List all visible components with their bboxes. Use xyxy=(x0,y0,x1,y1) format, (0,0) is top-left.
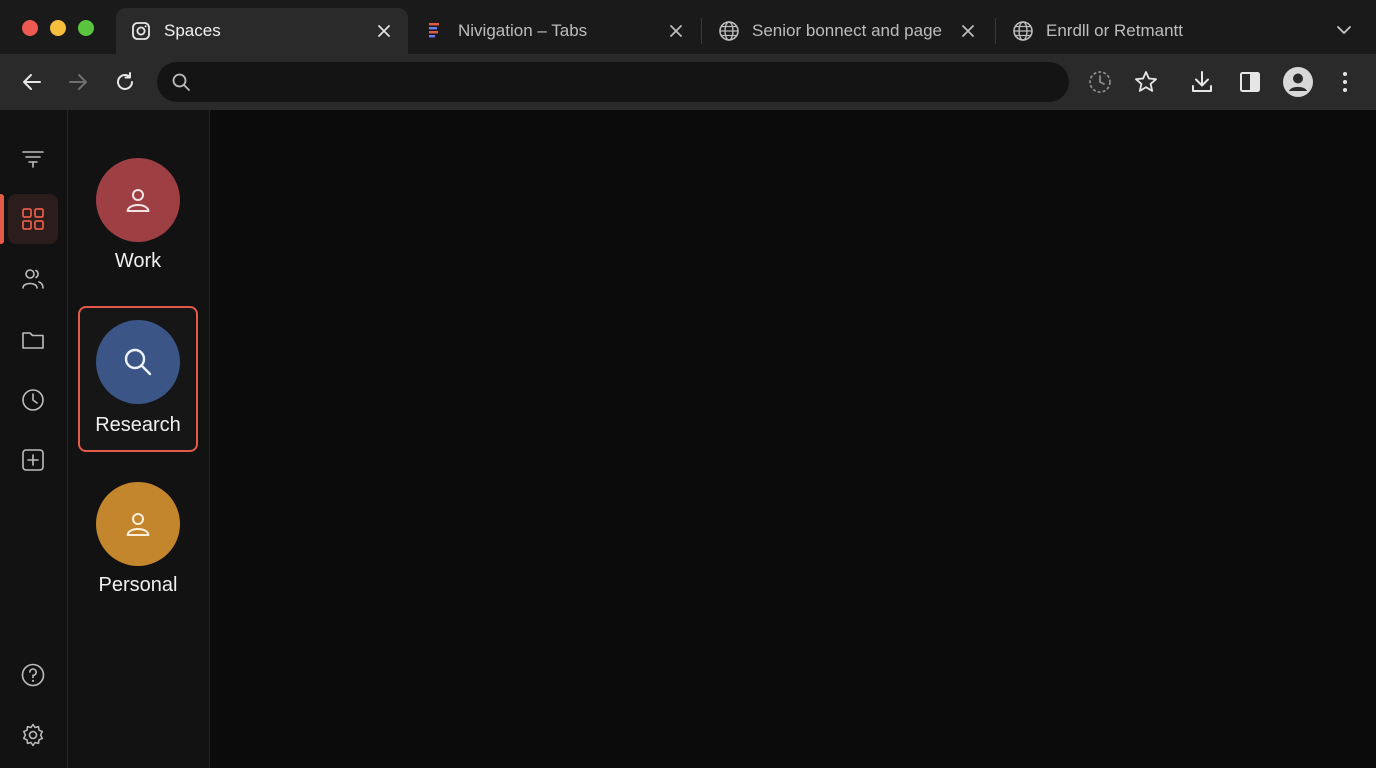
help-icon xyxy=(21,663,45,687)
more-menu-button[interactable] xyxy=(1331,68,1359,96)
arrow-right-icon xyxy=(69,74,87,90)
history-button[interactable] xyxy=(1086,68,1114,96)
tab-separator xyxy=(995,18,996,44)
space-avatar xyxy=(96,482,180,566)
space-label: Personal xyxy=(98,574,178,596)
side-panel-button[interactable] xyxy=(1236,68,1264,96)
tab-title: Spaces xyxy=(164,21,221,40)
space-label: Work xyxy=(114,250,162,272)
close-icon[interactable] xyxy=(958,21,978,41)
instagram-icon xyxy=(130,20,152,42)
tab-spaces[interactable]: Spaces xyxy=(116,8,408,54)
add-square-icon xyxy=(22,449,44,471)
download-icon xyxy=(1192,71,1212,92)
space-avatar xyxy=(96,158,180,242)
space-personal[interactable]: Personal xyxy=(78,470,198,616)
globe-icon xyxy=(718,20,740,42)
space-work[interactable]: Work xyxy=(78,146,198,292)
reload-button[interactable] xyxy=(111,68,139,96)
main-content xyxy=(210,110,1376,768)
sidebar-item-history[interactable] xyxy=(8,375,58,425)
person-icon xyxy=(126,189,150,212)
tab-title: Nivigation – Tabs xyxy=(458,21,588,40)
space-label: Research xyxy=(95,414,181,436)
clock-icon xyxy=(22,389,44,411)
bookmark-button[interactable] xyxy=(1132,68,1160,96)
menu-icon xyxy=(22,151,44,168)
title-bar: Spaces Nivigation – Tabs Senior bonnect … xyxy=(0,0,1376,54)
sidebar-item-menu[interactable] xyxy=(8,133,58,183)
settings-icon xyxy=(22,723,44,747)
sidebar-item-people[interactable] xyxy=(8,254,58,304)
grid-icon xyxy=(22,208,44,230)
tab-navigation-tabs[interactable]: Nivigation – Tabs xyxy=(410,8,700,54)
globe-icon xyxy=(1012,20,1034,42)
tab-title: Enrdll or Retmantt xyxy=(1046,21,1183,40)
address-input[interactable] xyxy=(205,62,1049,104)
space-avatar xyxy=(96,320,180,404)
tab-senior-connect[interactable]: Senior bonnect and page xyxy=(704,8,992,54)
sidebar-item-new-space[interactable] xyxy=(8,435,58,485)
sidebar-item-folders[interactable] xyxy=(8,315,58,365)
arrow-left-icon xyxy=(23,74,41,90)
back-button[interactable] xyxy=(18,68,46,96)
search-icon xyxy=(124,348,152,376)
close-window-button[interactable] xyxy=(22,20,38,36)
tab-separator xyxy=(701,18,702,44)
sidebar-item-settings[interactable] xyxy=(8,710,58,760)
side-panel-icon xyxy=(1240,72,1260,92)
sidebar-item-help[interactable] xyxy=(8,650,58,700)
avatar-icon xyxy=(1283,67,1313,97)
maximize-window-button[interactable] xyxy=(78,20,94,36)
close-icon[interactable] xyxy=(374,21,394,41)
search-icon xyxy=(171,72,191,92)
chevron-down-icon[interactable] xyxy=(1334,20,1354,40)
spaces-panel: Work Research Personal xyxy=(68,110,210,768)
clock-history-icon xyxy=(1089,71,1111,93)
address-bar[interactable] xyxy=(157,62,1069,104)
person-icon xyxy=(126,513,150,536)
active-indicator xyxy=(0,194,4,244)
close-icon[interactable] xyxy=(666,21,686,41)
sidebar-rail xyxy=(0,110,68,768)
reload-icon xyxy=(117,72,133,90)
minimize-window-button[interactable] xyxy=(50,20,66,36)
space-research[interactable]: Research xyxy=(78,306,198,452)
tab-enroll[interactable]: Enrdll or Retmantt xyxy=(998,8,1298,54)
forward-button[interactable] xyxy=(64,68,92,96)
profile-button[interactable] xyxy=(1282,66,1314,98)
folder-icon xyxy=(22,332,44,349)
tab-title: Senior bonnect and page xyxy=(752,21,942,40)
more-vertical-icon xyxy=(1343,72,1347,92)
figma-icon xyxy=(424,20,446,42)
downloads-button[interactable] xyxy=(1188,68,1216,96)
sidebar-item-spaces[interactable] xyxy=(8,194,58,244)
people-icon xyxy=(22,269,44,289)
star-icon xyxy=(1135,71,1157,92)
